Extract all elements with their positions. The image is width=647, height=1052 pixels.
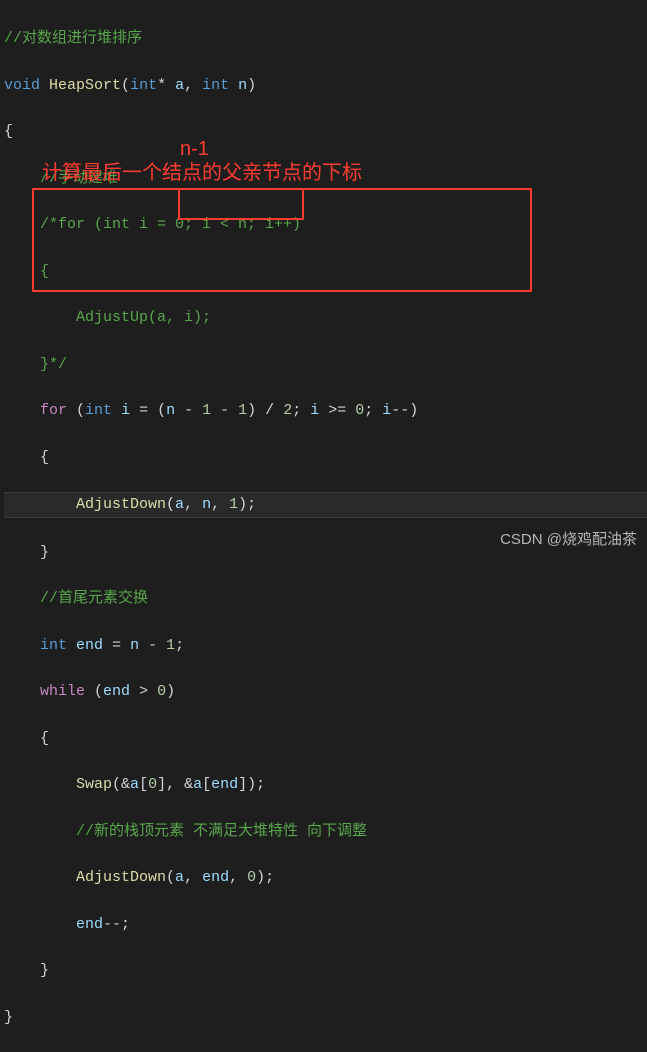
code-line: int end = n - 1; (4, 634, 647, 657)
code-line: while (end > 0) (4, 680, 647, 703)
code-line: //对数组进行堆排序 (4, 27, 647, 50)
code-line: //首尾元素交换 (4, 587, 647, 610)
watermark: CSDN @烧鸡配油茶 (500, 528, 637, 551)
code-line: for (int i = (n - 1 - 1) / 2; i >= 0; i-… (4, 399, 647, 422)
code-line: } (4, 959, 647, 982)
code-line: end--; (4, 913, 647, 936)
code-line: }*/ (4, 353, 647, 376)
code-line: { (4, 727, 647, 750)
code-line: void HeapSort(int* a, int n) (4, 74, 647, 97)
code-line: Swap(&a[0], &a[end]); (4, 773, 647, 796)
code-line: AdjustUp(a, i); (4, 306, 647, 329)
code-line: AdjustDown(a, n, 1); (4, 492, 647, 517)
code-line: { (4, 260, 647, 283)
code-line: //新的栈顶元素 不满足大堆特性 向下调整 (4, 820, 647, 843)
code-line: AdjustDown(a, end, 0); (4, 866, 647, 889)
code-line: } (4, 1006, 647, 1029)
comment: //对数组进行堆排序 (4, 30, 142, 47)
code-line: { (4, 446, 647, 469)
code-line: { (4, 120, 647, 143)
code-line: //手动建堆 (4, 167, 647, 190)
code-line: /*for (int i = 0; i < n; i++) (4, 213, 647, 236)
